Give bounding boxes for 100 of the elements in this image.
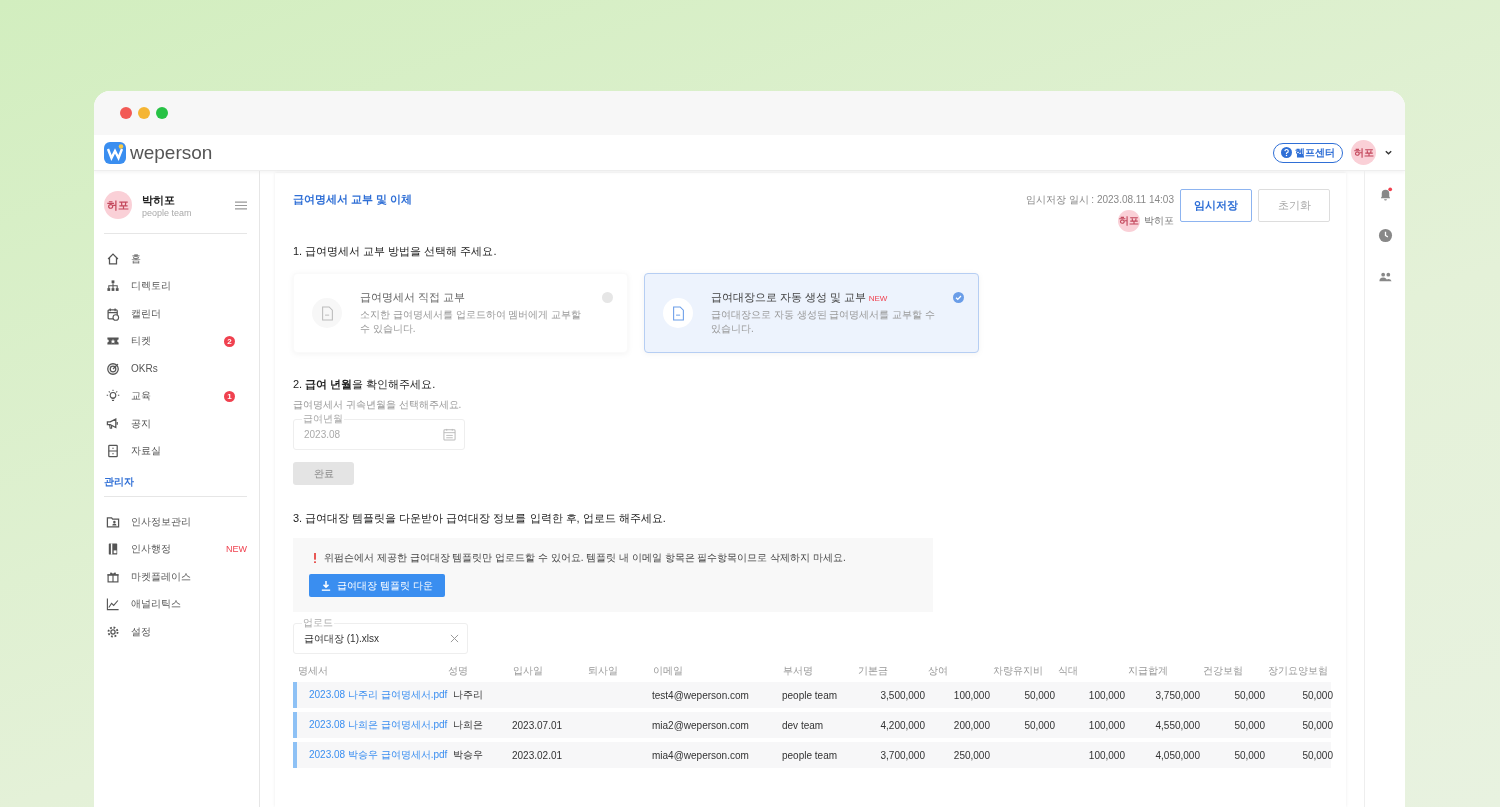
column-header: 차량유지비 [992, 664, 1044, 678]
settings-icon [106, 624, 120, 639]
profile-name: 박히포 [142, 192, 176, 208]
table-cell-text: 50,000 [1023, 719, 1056, 731]
cabinet-icon [106, 444, 120, 459]
document-icon [663, 298, 693, 328]
profile-team: people team [142, 207, 193, 218]
radio-icon [602, 292, 613, 303]
table-cell-text: 4,550,000 [1154, 719, 1201, 731]
clear-icon[interactable] [450, 634, 459, 643]
table-cell-text: 200,000 [952, 719, 991, 731]
check-icon [953, 292, 964, 303]
column-header: 기본금 [857, 664, 889, 678]
lightbulb-icon [106, 389, 120, 404]
profile-avatar: 허포 [104, 191, 132, 219]
column-header: 장기요양보험 [1267, 664, 1329, 678]
help-center-button[interactable]: 헬프센터 [1273, 142, 1343, 163]
menu-icon[interactable] [235, 200, 247, 210]
new-tag: NEW [226, 544, 247, 555]
table-cell-text: 3,500,000 [879, 689, 926, 701]
sidebar-item[interactable]: 디렉토리 [104, 272, 247, 300]
sidebar-item[interactable]: 교육 1 [104, 382, 247, 410]
table-cell-text: 2023.07.01 [512, 719, 564, 731]
column-header: 입사일 [512, 664, 544, 678]
new-tag: NEW [868, 294, 888, 303]
table-row[interactable]: 2023.08 나주리 급여명세서.pdf 나주리 test4@weperson.com people team 3,500,000 100,000 50,000 100,000 3,750,000 50,000 50,000 [293, 682, 1331, 708]
table-cell-text: 100,000 [1087, 689, 1126, 701]
upload-field[interactable]: 업로드 급여대장 (1).xlsx [293, 618, 468, 654]
table-cell-text: 50,000 [1301, 719, 1334, 731]
zoom-window-button[interactable] [156, 107, 168, 119]
column-header: 상여 [927, 664, 949, 678]
option-title: 급여대장으로 자동 생성 및 교부 [711, 291, 866, 305]
sidebar-item[interactable]: 애널리틱스 [104, 590, 247, 618]
table-cell-text: 250,000 [952, 749, 991, 761]
column-header: 명세서 [297, 664, 329, 678]
table-cell-text: 50,000 [1233, 689, 1266, 701]
column-header: 건강보험 [1202, 664, 1244, 678]
table-cell-text: 3,700,000 [879, 749, 926, 761]
table-cell-text: 4,050,000 [1154, 749, 1201, 761]
question-icon [1281, 147, 1292, 158]
step-heading: 1. 급여명세서 교부 방법을 선택해 주세요. [293, 244, 498, 259]
step-heading: 2. 급여 년월을 확인해주세요. [293, 377, 437, 392]
table-cell-text: mia2@weperson.com [652, 719, 750, 731]
count-badge: 2 [224, 335, 235, 347]
table-cell-text: 나희은 [452, 718, 484, 732]
clock-icon[interactable] [1377, 228, 1393, 243]
table-cell-text: 50,000 [1023, 689, 1056, 701]
warning-icon [313, 553, 317, 563]
option-card[interactable]: 급여대장으로 자동 생성 및 교부 NEW 급여대장으로 자동 생성된 급여명세서를 교부할 수 있습니다. [644, 273, 979, 353]
caret-icon[interactable] [1384, 148, 1393, 157]
notice-text: 위펌슨에서 제공한 급여대장 템플릿만 업로드할 수 있어요. 템플릿 내 이메일 항목은 필수항목이므로 삭제하지 마세요. [324, 551, 846, 565]
option-description: 급여대장으로 자동 생성된 급여명세서를 교부할 수 있습니다. [711, 308, 935, 335]
sidebar-item[interactable]: 캘린더 [104, 300, 247, 328]
table-cell-text: people team [782, 689, 839, 701]
line-chart-icon [106, 597, 120, 612]
section-title: 관리자 [104, 475, 135, 489]
megaphone-icon [106, 416, 120, 431]
table-cell-text: 50,000 [1233, 719, 1266, 731]
table-cell-text: 100,000 [952, 689, 991, 701]
table-cell-text: 50,000 [1233, 749, 1266, 761]
sidebar-item[interactable]: 인사정보관리 [104, 508, 247, 536]
option-card[interactable]: 급여명세서 직접 교부 소지한 급여명세서를 업로드하여 멤버에게 교부할 수 있습니다. [293, 273, 628, 353]
calendar-icon [106, 306, 120, 321]
saver-avatar: 허포 [1118, 210, 1140, 232]
minimize-window-button[interactable] [138, 107, 150, 119]
option-description: 소지한 급여명세서를 업로드하여 멤버에게 교부할 수 있습니다. [360, 308, 583, 335]
table-cell-text: 3,750,000 [1154, 689, 1201, 701]
table-cell-text: test4@weperson.com [652, 689, 750, 701]
close-window-button[interactable] [120, 107, 132, 119]
table-cell-text: 100,000 [1087, 719, 1126, 731]
sidebar-item[interactable]: 홈 [104, 245, 247, 273]
column-header: 퇴사일 [587, 664, 619, 678]
column-header: 식대 [1057, 664, 1079, 678]
sidebar-item[interactable]: 자료실 [104, 437, 247, 465]
option-title: 급여명세서 직접 교부 [360, 291, 465, 305]
table-row[interactable]: 2023.08 나희은 급여명세서.pdf 나희은 2023.07.01 mia2@weperson.com dev team 4,200,000 200,000 50,000 100,000 4,550,000 50,000 50,000 [293, 712, 1331, 738]
target-icon [106, 361, 120, 376]
table-cell-text: people team [782, 749, 839, 761]
page-title: 급여명세서 교부 및 이체 [293, 192, 413, 207]
table-row[interactable]: 2023.08 박승우 급여명세서.pdf 박승우 2023.02.01 mia4@weperson.com people team 3,700,000 250,000 100,000 4,050,000 50,000 50,000 [293, 742, 1331, 768]
save-draft-button[interactable]: 임시저장 [1180, 189, 1252, 222]
table-cell-text: 4,200,000 [879, 719, 926, 731]
org-chart-icon [106, 279, 120, 294]
document-icon [312, 298, 342, 328]
folder-person-icon [106, 514, 120, 529]
sidebar-item[interactable]: OKRs [104, 355, 247, 383]
sidebar-item[interactable]: 마켓플레이스 [104, 563, 247, 591]
table-cell-text: dev team [782, 719, 825, 731]
column-header: 이메일 [652, 664, 684, 678]
column-header: 지급합계 [1127, 664, 1169, 678]
table-cell-text: 박승우 [452, 748, 484, 762]
logo-text[interactable]: weperson [130, 141, 213, 164]
sidebar-item[interactable]: 티켓 2 [104, 327, 247, 355]
sidebar-item[interactable]: 인사행정 NEW [104, 535, 247, 563]
sidebar-item[interactable]: 설정 [104, 618, 247, 646]
saved-time: 임시저장 일시 : 2023.08.11 14:03 [1025, 193, 1174, 207]
download-icon [321, 580, 331, 591]
count-badge: 1 [224, 390, 235, 402]
step-heading: 3. 급여대장 템플릿을 다운받아 급여대장 정보를 입력한 후, 업로드 해주세요. [293, 511, 667, 526]
sidebar-item[interactable]: 공지 [104, 410, 247, 438]
